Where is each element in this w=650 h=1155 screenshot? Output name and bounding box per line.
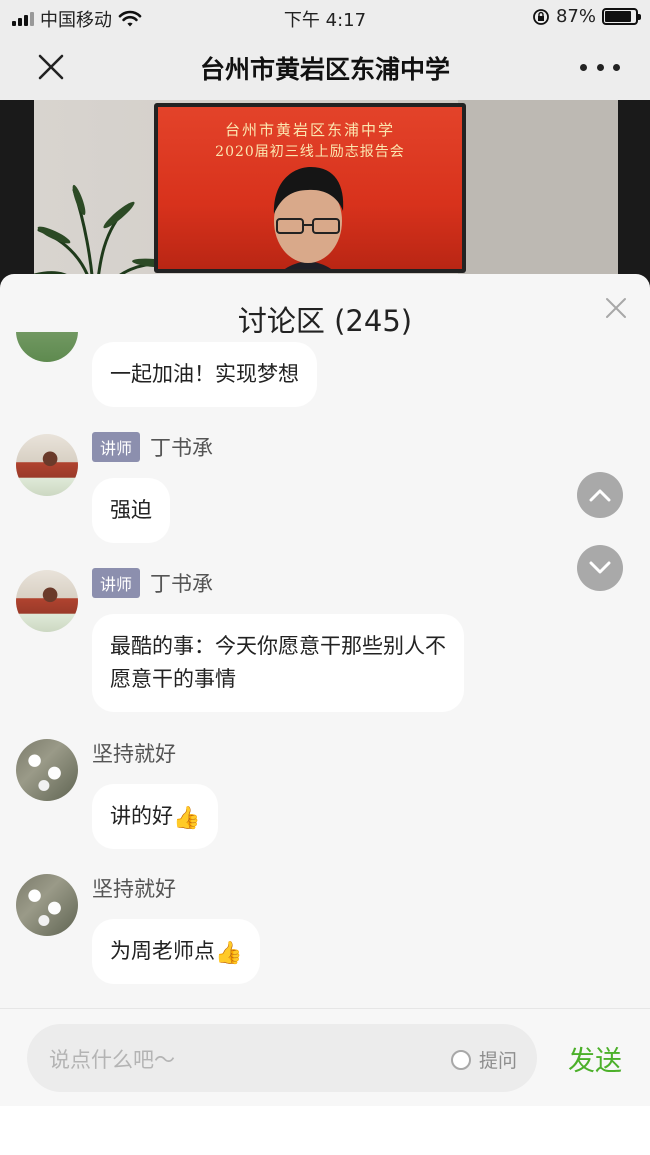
avatar[interactable] bbox=[16, 570, 78, 632]
battery-icon bbox=[602, 8, 641, 25]
lecturer-badge: 讲师 bbox=[92, 432, 141, 462]
avatar[interactable] bbox=[16, 874, 78, 936]
page-title: 台州市黄岩区东浦中学 bbox=[199, 55, 450, 84]
chevron-down-icon bbox=[589, 561, 611, 574]
more-icon[interactable] bbox=[580, 50, 620, 84]
user-name: 丁书承 bbox=[150, 572, 214, 596]
message-text-line2: 愿意干的事情 bbox=[110, 667, 236, 691]
avatar[interactable] bbox=[16, 739, 78, 801]
message-text: 为周老师点 bbox=[110, 939, 215, 963]
thumbs-up-icon: 👍 bbox=[173, 806, 201, 831]
battery-percent: 87% bbox=[555, 6, 596, 27]
close-panel-icon[interactable] bbox=[604, 296, 628, 320]
message-header: 坚持就好 bbox=[92, 873, 176, 903]
user-name: 坚持就好 bbox=[92, 742, 176, 766]
ask-question-toggle[interactable]: 提问 bbox=[450, 1046, 517, 1073]
discussion-title: 讨论区 (245) bbox=[237, 304, 413, 338]
message-header: 坚持就好 bbox=[92, 738, 176, 768]
comment-input[interactable]: 说点什么吧～ 提问 bbox=[27, 1024, 537, 1092]
speaker-image bbox=[273, 167, 344, 269]
message-text: 一起加油！实现梦想 bbox=[110, 362, 299, 386]
message-header: 讲师 丁书承 bbox=[92, 568, 213, 598]
live-video[interactable]: 台州市黄岩区东浦中学 2020届初三线上励志报告会 bbox=[0, 100, 650, 300]
message-text: 讲的好 bbox=[110, 804, 173, 828]
message-bubble: 强迫 bbox=[92, 478, 170, 543]
message-bubble: 一起加油！实现梦想 bbox=[92, 342, 317, 407]
nav-bar: 台州市黄岩区东浦中学 bbox=[0, 34, 650, 100]
avatar[interactable] bbox=[16, 434, 78, 496]
message-text: 强迫 bbox=[110, 498, 152, 522]
message-bubble: 为周老师点👍 bbox=[92, 919, 261, 984]
message-text-line1: 最酷的事：今天你愿意干那些别人不 bbox=[110, 634, 446, 658]
user-name: 坚持就好 bbox=[92, 877, 176, 901]
thumbs-up-icon: 👍 bbox=[215, 941, 243, 966]
orientation-lock-icon bbox=[533, 8, 549, 25]
banner-line1: 台州市黄岩区东浦中学 bbox=[224, 121, 395, 139]
ask-label: 提问 bbox=[478, 1050, 517, 1072]
input-placeholder: 说点什么吧～ bbox=[49, 1048, 175, 1072]
scroll-up-button[interactable] bbox=[577, 472, 623, 518]
status-right: 87% bbox=[532, 6, 641, 27]
battery-fill bbox=[605, 11, 632, 22]
status-bar: 中国移动 下午 4:17 87% bbox=[0, 0, 650, 34]
user-name: 丁书承 bbox=[150, 436, 214, 460]
video-frame: 台州市黄岩区东浦中学 2020届初三线上励志报告会 bbox=[34, 100, 618, 300]
scroll-down-button[interactable] bbox=[577, 545, 623, 591]
lecturer-badge: 讲师 bbox=[92, 568, 141, 598]
send-button[interactable]: 发送 bbox=[568, 1039, 622, 1078]
message-bubble: 最酷的事：今天你愿意干那些别人不 愿意干的事情 bbox=[92, 614, 464, 712]
chevron-up-icon bbox=[589, 489, 611, 502]
radio-icon bbox=[450, 1049, 471, 1070]
banner-line2: 2020届初三线上励志报告会 bbox=[215, 144, 405, 160]
comment-input-bar: 说点什么吧～ 提问 发送 bbox=[0, 1008, 650, 1106]
message-header: 讲师 丁书承 bbox=[92, 432, 213, 462]
message-bubble: 讲的好👍 bbox=[92, 784, 219, 849]
presentation-screen: 台州市黄岩区东浦中学 2020届初三线上励志报告会 bbox=[154, 103, 466, 273]
bottom-area bbox=[0, 1106, 650, 1155]
